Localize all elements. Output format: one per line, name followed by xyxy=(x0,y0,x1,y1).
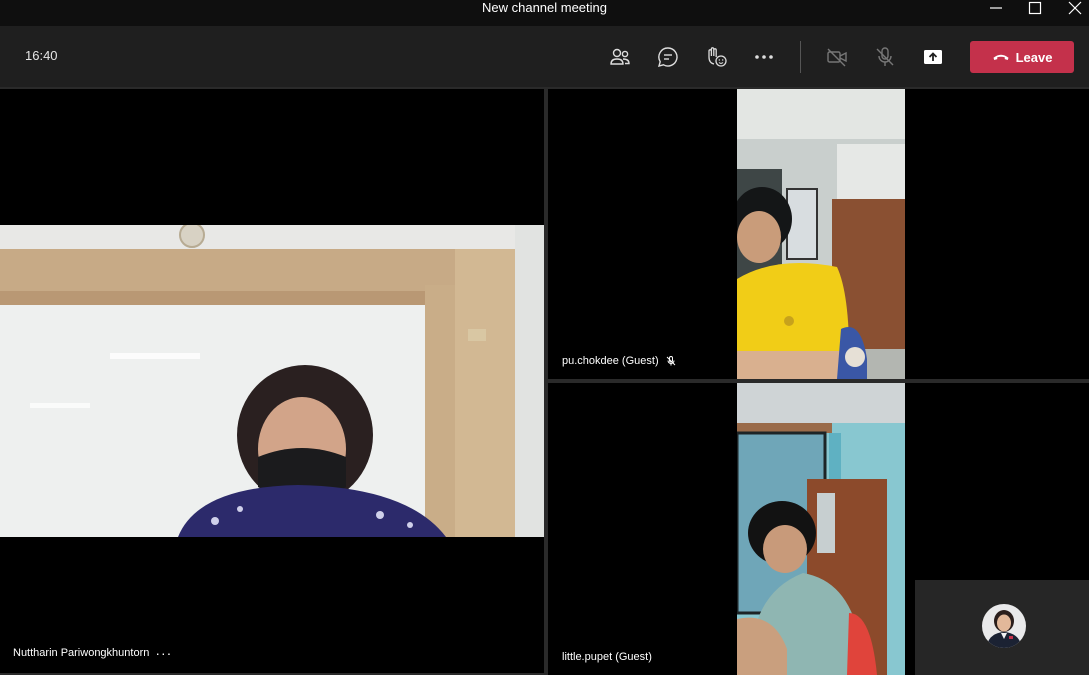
hang-up-icon xyxy=(993,54,1009,60)
participant-tile-pu-chokdee[interactable]: pu.chokdee (Guest) xyxy=(548,89,1089,379)
camera-toggle-button[interactable] xyxy=(821,42,853,72)
participant-video-feed xyxy=(737,383,905,675)
participant-tile-nuttharin[interactable]: Nuttharin Pariwongkhuntorn ··· xyxy=(0,89,544,673)
participants-button[interactable] xyxy=(604,42,636,72)
leave-button[interactable]: Leave xyxy=(970,41,1074,73)
maximize-icon xyxy=(1028,1,1042,15)
minimize-icon xyxy=(990,7,1002,9)
leave-label: Leave xyxy=(1015,49,1053,65)
window-title: New channel meeting xyxy=(481,0,608,15)
meeting-timer: 16:40 xyxy=(25,48,58,63)
raise-hand-icon xyxy=(708,47,727,67)
meeting-toolbar: 16:40 Leave xyxy=(0,26,1089,87)
participant-more-icon[interactable]: ··· xyxy=(155,645,172,661)
participant-name: little.pupet (Guest) xyxy=(562,651,652,663)
chat-icon xyxy=(657,47,678,67)
camera-off-icon xyxy=(827,48,847,67)
mic-muted-icon xyxy=(876,47,894,66)
share-tray-icon xyxy=(924,50,942,64)
close-button[interactable] xyxy=(1055,0,1089,26)
mic-muted-icon xyxy=(666,356,675,366)
self-view-tile[interactable] xyxy=(915,580,1089,675)
close-icon xyxy=(1068,1,1082,15)
participant-name-label: pu.chokdee (Guest) xyxy=(562,355,677,367)
participant-name-label: little.pupet (Guest) xyxy=(562,651,652,663)
maximize-button[interactable] xyxy=(1015,0,1055,26)
participant-name: Nuttharin Pariwongkhuntorn xyxy=(13,647,150,659)
more-options-icon xyxy=(755,55,773,59)
mic-toggle-button[interactable] xyxy=(869,42,901,72)
participant-video-feed xyxy=(0,225,544,537)
title-bar: New channel meeting xyxy=(0,0,1089,26)
chat-button[interactable] xyxy=(652,42,684,72)
reactions-button[interactable] xyxy=(700,42,732,72)
participant-name-label: Nuttharin Pariwongkhuntorn ··· xyxy=(13,645,172,661)
people-icon xyxy=(610,48,630,65)
more-actions-button[interactable] xyxy=(748,42,780,72)
share-content-button[interactable] xyxy=(917,42,949,72)
participant-video-feed xyxy=(737,89,905,379)
participant-name: pu.chokdee (Guest) xyxy=(562,355,659,367)
toolbar-divider xyxy=(800,41,801,73)
minimize-button[interactable] xyxy=(976,0,1016,26)
avatar xyxy=(982,604,1026,648)
